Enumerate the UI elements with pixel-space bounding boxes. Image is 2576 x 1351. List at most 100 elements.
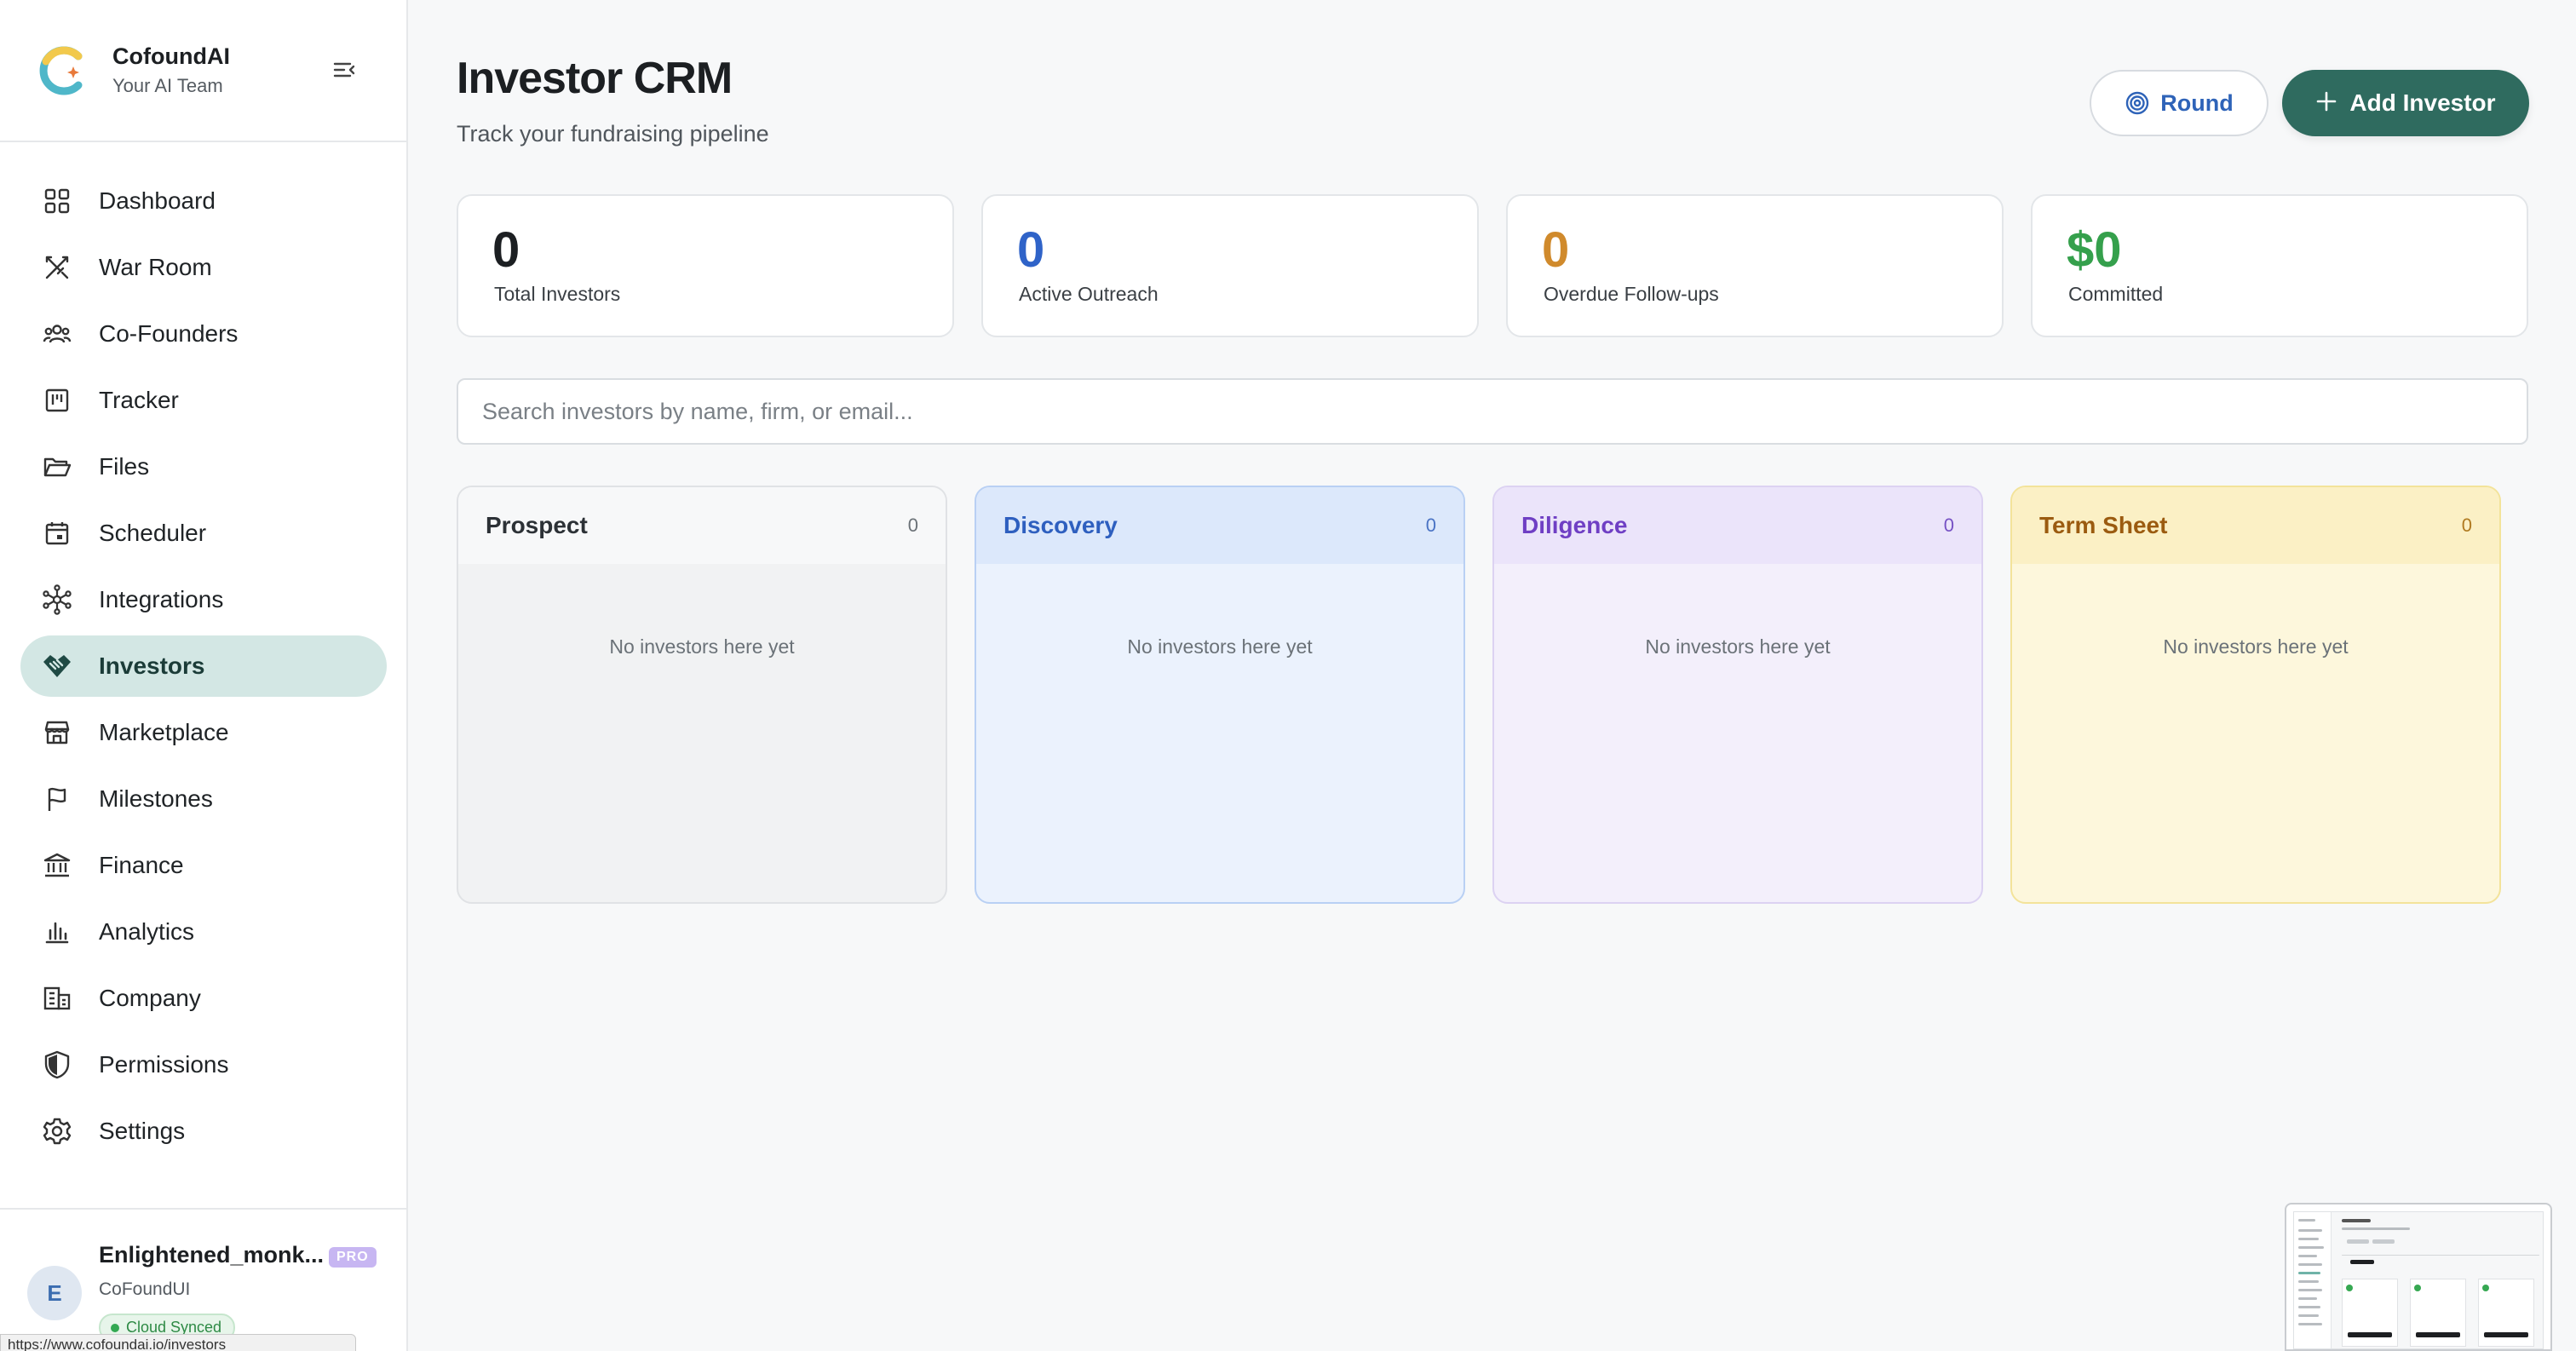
users-icon [41,318,73,350]
folder-icon [41,451,73,483]
calendar-icon [41,517,73,549]
stat-label: Total Investors [494,283,621,305]
grid-icon [41,185,73,217]
stat-card-active-outreach: 0 Active Outreach [981,194,1479,337]
sidebar-item-label: Investors [99,653,205,679]
thumbnail-preview [2293,1211,2544,1349]
store-icon [41,716,73,749]
link-hover-url: https://www.cofoundai.io/investors [0,1334,356,1351]
collapse-sidebar-button[interactable] [329,55,359,85]
column-title: Discovery [1003,512,1118,538]
stat-label: Overdue Follow-ups [1544,283,1719,305]
sidebar-item-settings[interactable]: Settings [20,1101,387,1162]
add-investor-button[interactable]: Add Investor [2282,70,2529,136]
sidebar-item-integrations[interactable]: Integrations [20,569,387,630]
bar-chart-icon [41,916,73,948]
column-header: Prospect 0 [458,487,946,564]
stat-label: Active Outreach [1019,283,1159,305]
add-investor-label: Add Investor [2349,89,2496,116]
sidebar-item-marketplace[interactable]: Marketplace [20,702,387,763]
stat-value: $0 [2067,222,2122,278]
sidebar-item-label: Files [99,453,150,480]
column-count: 0 [1943,515,1954,536]
sidebar: CofoundAI Your AI Team Dashboard War Roo… [0,0,408,1351]
building-icon [41,982,73,1015]
user-profile[interactable]: E Enlightened_monk... PRO CoFoundUI Clou… [0,1208,406,1351]
empty-state: No investors here yet [1645,635,1831,658]
search-input[interactable] [457,378,2528,445]
kanban-icon [41,384,73,417]
round-button-label: Round [2160,89,2234,116]
round-button[interactable]: Round [2090,70,2268,136]
pipeline-column-discovery: Discovery 0 No investors here yet [975,486,1465,904]
stat-card-overdue-follow-ups: 0 Overdue Follow-ups [1506,194,2004,337]
page-title: Investor CRM [457,54,733,103]
brand-logo[interactable] [34,43,90,99]
screenshot-thumbnail[interactable] [2285,1203,2552,1351]
gear-icon [41,1115,73,1147]
pipeline-column-term-sheet: Term Sheet 0 No investors here yet [2010,486,2501,904]
sidebar-nav: Dashboard War Room Co-Founders Tracker F… [0,142,406,1145]
sidebar-item-label: Company [99,985,201,1011]
shield-icon [41,1049,73,1081]
sidebar-item-files[interactable]: Files [20,436,387,497]
thumbnail-sidebar [2294,1212,2332,1348]
column-count: 0 [1425,515,1436,536]
brand-name: CofoundAI [112,43,230,69]
sidebar-item-label: War Room [99,254,212,280]
avatar[interactable]: E [27,1266,82,1320]
sidebar-item-tracker[interactable]: Tracker [20,370,387,431]
brand-tagline: Your AI Team [112,75,223,96]
sidebar-item-label: Marketplace [99,719,229,745]
sidebar-item-co-founders[interactable]: Co-Founders [20,303,387,365]
sidebar-item-dashboard[interactable]: Dashboard [20,170,387,232]
column-title: Prospect [486,512,588,538]
column-header: Term Sheet 0 [2012,487,2499,564]
sidebar-item-company[interactable]: Company [20,968,387,1029]
page-subtitle: Track your fundraising pipeline [457,121,769,147]
sidebar-item-label: Dashboard [99,187,216,214]
sidebar-item-label: Permissions [99,1051,229,1078]
user-org: CoFoundUI [99,1279,191,1299]
stat-label: Committed [2068,283,2164,305]
sidebar-item-analytics[interactable]: Analytics [20,901,387,963]
sidebar-item-permissions[interactable]: Permissions [20,1034,387,1095]
empty-state: No investors here yet [2163,635,2349,658]
pipeline-column-diligence: Diligence 0 No investors here yet [1492,486,1983,904]
column-title: Diligence [1521,512,1628,538]
flag-icon [41,783,73,815]
column-title: Term Sheet [2039,512,2168,538]
empty-state: No investors here yet [1127,635,1313,658]
swords-icon [41,251,73,284]
column-header: Discovery 0 [976,487,1463,564]
network-icon [41,584,73,616]
stat-value: 0 [492,222,520,278]
user-name: Enlightened_monk... [99,1242,325,1268]
sidebar-item-finance[interactable]: Finance [20,835,387,896]
pipeline-column-prospect: Prospect 0 No investors here yet [457,486,947,904]
sidebar-item-label: Co-Founders [99,320,239,347]
sidebar-item-war-room[interactable]: War Room [20,237,387,298]
stat-value: 0 [1017,222,1045,278]
stat-value: 0 [1542,222,1570,278]
plan-badge: PRO [329,1247,377,1268]
bank-icon [41,849,73,882]
status-dot-icon [111,1323,119,1332]
stat-card-committed: $0 Committed [2031,194,2528,337]
column-count: 0 [907,515,918,536]
sidebar-item-milestones[interactable]: Milestones [20,768,387,830]
sidebar-item-label: Integrations [99,586,224,612]
target-icon [2125,90,2150,116]
brand-header: CofoundAI Your AI Team [0,0,406,142]
handshake-icon [41,650,73,682]
sidebar-item-scheduler[interactable]: Scheduler [20,503,387,564]
sidebar-item-label: Scheduler [99,520,207,546]
sidebar-item-investors[interactable]: Investors [20,635,387,697]
column-header: Diligence 0 [1494,487,1981,564]
sidebar-item-label: Analytics [99,918,195,945]
sidebar-item-label: Milestones [99,785,213,812]
sidebar-item-label: Finance [99,852,184,878]
sidebar-item-label: Tracker [99,387,179,413]
plus-icon [2315,87,2337,120]
column-count: 0 [2461,515,2472,536]
